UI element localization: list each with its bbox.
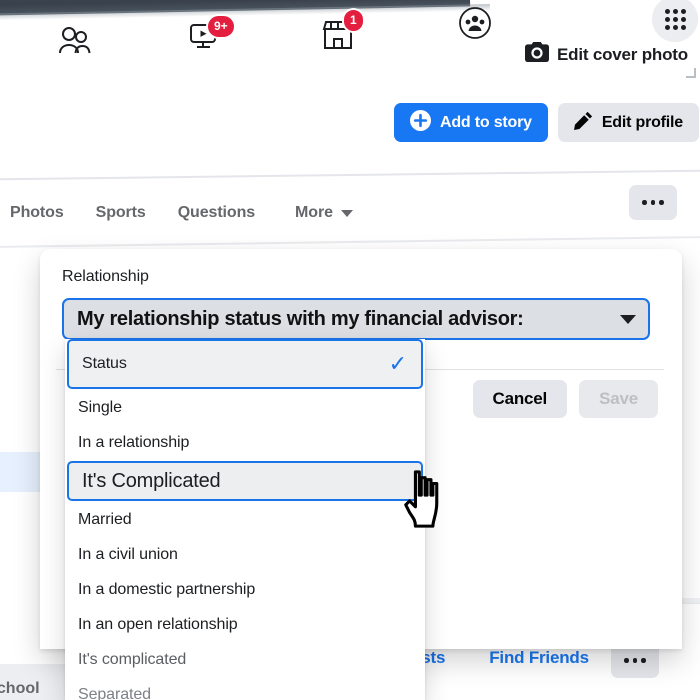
- edit-cover-photo-button[interactable]: Edit cover photo: [525, 42, 688, 67]
- dropdown-option-its-complicated-hovered[interactable]: It's Complicated: [67, 461, 423, 501]
- tabbar-divider-bottom: [0, 235, 700, 249]
- modal-action-buttons: Cancel Save: [472, 380, 658, 418]
- tab-photos[interactable]: Photos: [0, 198, 80, 228]
- save-button: Save: [579, 380, 658, 418]
- relationship-status-select[interactable]: My relationship status with my financial…: [62, 298, 650, 340]
- tabbar-divider-top: [0, 169, 700, 181]
- chevron-down-icon: [620, 314, 636, 324]
- relationship-status-dropdown-list[interactable]: Status ✓ Single In a relationship It's C…: [65, 339, 425, 700]
- profile-tabbar: Photos Sports Questions More: [0, 169, 700, 249]
- tab-sports[interactable]: Sports: [80, 198, 162, 228]
- tab-more-label: More: [295, 204, 333, 221]
- grid-menu-icon[interactable]: [652, 0, 698, 42]
- groups-icon[interactable]: [458, 6, 492, 45]
- tab-list: Photos Sports Questions More: [0, 198, 369, 228]
- add-to-story-button[interactable]: Add to story: [394, 103, 548, 142]
- check-icon: ✓: [388, 351, 407, 376]
- dropdown-option-in-a-civil-union[interactable]: In a civil union: [65, 538, 425, 571]
- edit-cover-photo-label: Edit cover photo: [557, 44, 688, 64]
- marketplace-badge: 1: [342, 8, 365, 33]
- dropdown-option-in-a-relationship[interactable]: In a relationship: [65, 426, 425, 459]
- pointer-hand-cursor: [398, 468, 460, 530]
- chevron-down-icon: [340, 209, 353, 217]
- relationship-field-label: Relationship: [62, 268, 149, 285]
- header-icon-row: 9+ 1: [0, 0, 700, 80]
- tab-questions[interactable]: Questions: [162, 198, 271, 228]
- profile-action-buttons: Add to story Edit profile: [394, 103, 699, 142]
- watch-badge: 9+: [206, 14, 236, 39]
- dropdown-option-in-a-domestic-partnership[interactable]: In a domestic partnership: [65, 573, 425, 606]
- edit-profile-button[interactable]: Edit profile: [557, 103, 699, 142]
- dropdown-option-married[interactable]: Married: [65, 503, 425, 536]
- watch-video-icon[interactable]: 9+: [188, 14, 236, 57]
- resize-corner-mark: [686, 68, 696, 78]
- dropdown-option-label: Status: [82, 355, 127, 372]
- dropdown-option-in-an-open-relationship[interactable]: In an open relationship: [65, 608, 425, 641]
- friends-icon[interactable]: [58, 26, 92, 61]
- camera-icon: [525, 42, 549, 67]
- pencil-icon: [573, 111, 593, 135]
- background-school-label: h School: [0, 680, 40, 697]
- dropdown-option-status[interactable]: Status ✓: [67, 339, 423, 389]
- edit-profile-label: Edit profile: [601, 113, 683, 131]
- cancel-button[interactable]: Cancel: [472, 380, 568, 418]
- dropdown-option-its-complicated[interactable]: It's complicated: [65, 643, 425, 676]
- friends-card-links: ests Find Friends: [412, 648, 589, 668]
- screen: 9+ 1 Edit cover photo Add to story Edit …: [0, 0, 700, 700]
- plus-circle-icon: [410, 109, 431, 136]
- find-friends-link[interactable]: Find Friends: [489, 648, 589, 668]
- dropdown-option-separated[interactable]: Separated: [65, 678, 425, 700]
- ellipsis-dot: [641, 658, 646, 663]
- marketplace-icon[interactable]: 1: [320, 8, 365, 57]
- relationship-status-select-value: My relationship status with my financial…: [77, 307, 524, 330]
- ellipsis-dot: [659, 200, 664, 205]
- ellipsis-dot: [624, 658, 629, 663]
- ellipsis-dot: [632, 658, 638, 663]
- ellipsis-dot: [650, 200, 656, 205]
- tab-more[interactable]: More: [271, 198, 369, 228]
- tabbar-options-button[interactable]: [629, 185, 677, 220]
- grid-dots: [664, 8, 686, 30]
- add-to-story-label: Add to story: [440, 113, 532, 131]
- dropdown-option-single[interactable]: Single: [65, 391, 425, 424]
- ellipsis-dot: [642, 200, 647, 205]
